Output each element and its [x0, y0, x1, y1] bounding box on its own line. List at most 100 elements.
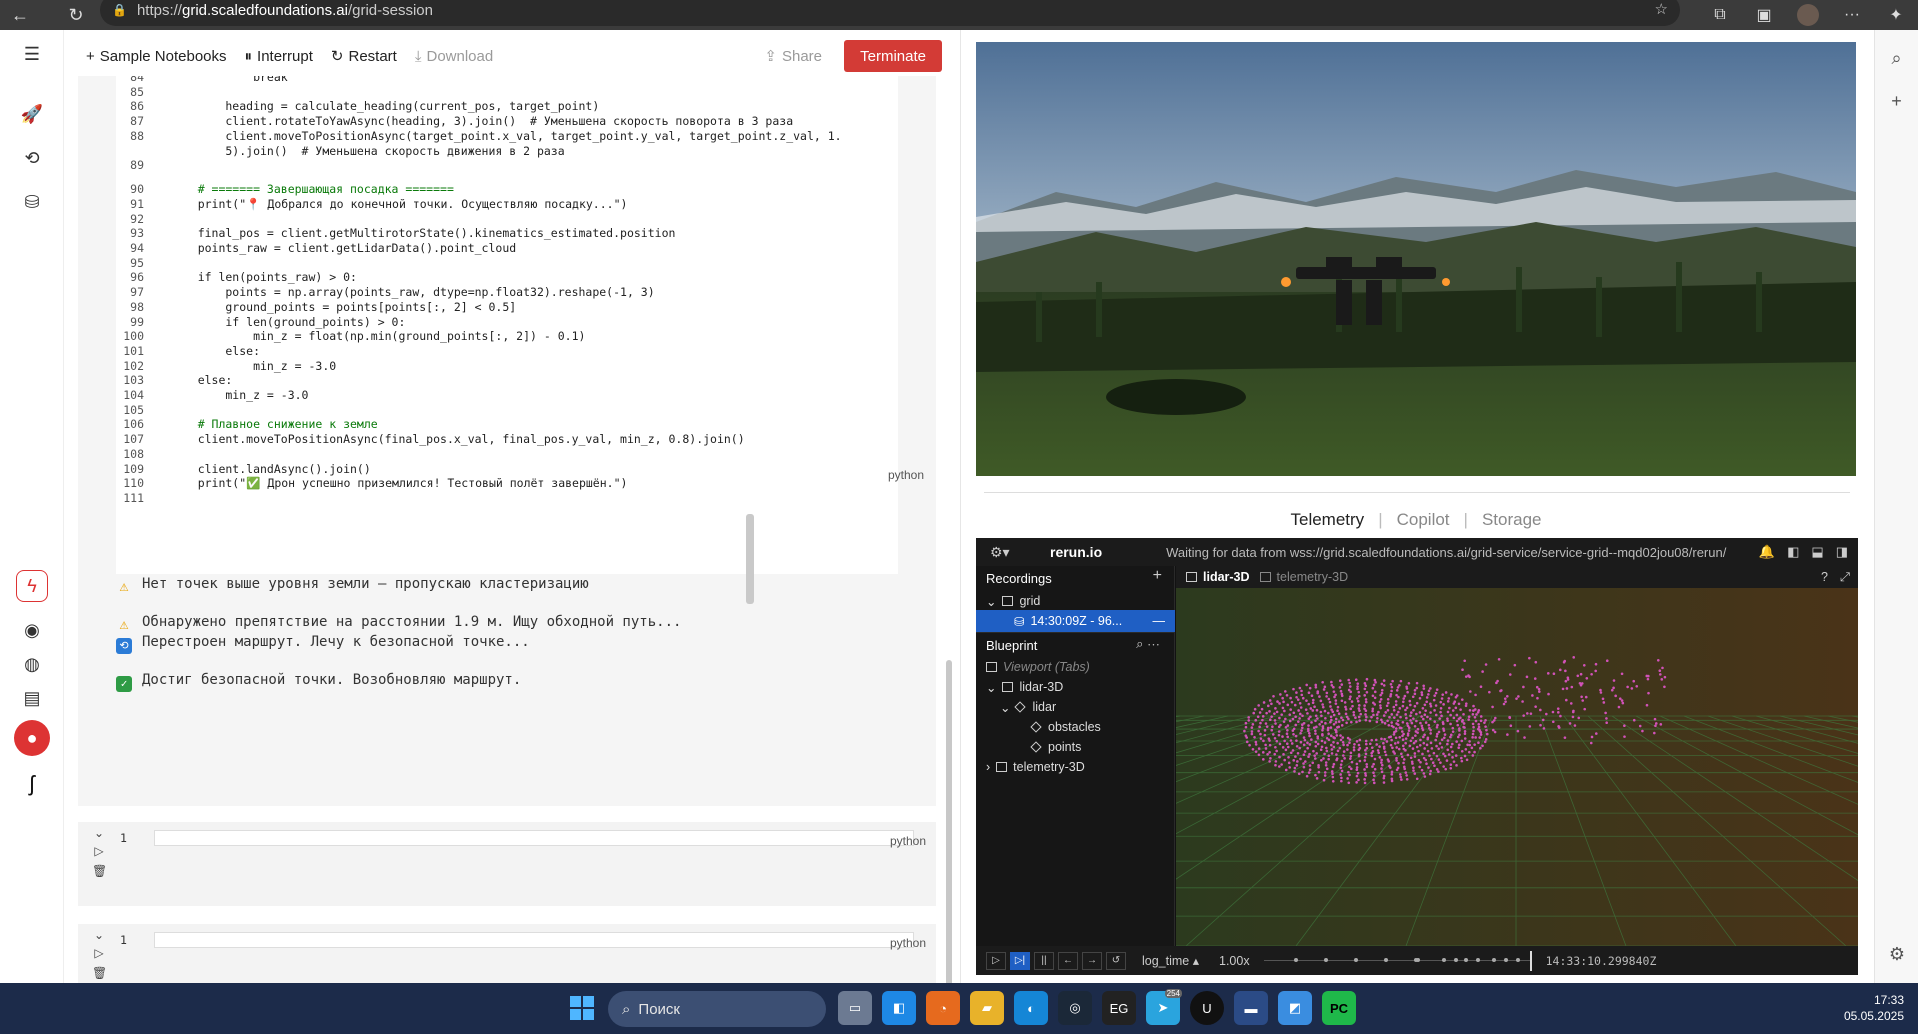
lidar-point — [1463, 737, 1467, 740]
reload-icon[interactable]: ↻ — [56, 0, 96, 30]
epic-games-icon[interactable]: EG — [1102, 991, 1136, 1025]
unreal-engine-icon[interactable]: U — [1190, 991, 1224, 1025]
bottom-panel-toggle-icon[interactable]: ⬓ — [1811, 544, 1823, 560]
lidar-point — [1594, 669, 1597, 673]
app-icon[interactable]: ◧ — [882, 991, 916, 1025]
search-icon[interactable]: ⌕ — [1875, 48, 1918, 69]
lidar-point — [1434, 738, 1438, 742]
lidar-point — [1292, 759, 1296, 762]
user-avatar-icon[interactable]: ● — [14, 720, 50, 756]
lidar-point-cloud[interactable] — [1176, 566, 1858, 946]
right-panel-toggle-icon[interactable]: ◨ — [1836, 544, 1848, 560]
tree-row-lidar-3d[interactable]: ⌄ lidar-3D — [976, 676, 1175, 698]
taskbar-search[interactable]: ⌕ Поиск — [608, 991, 826, 1027]
steam-icon[interactable]: ◎ — [1058, 991, 1092, 1025]
tab-storage[interactable]: Storage — [1482, 510, 1542, 530]
code-editor[interactable]: 84 break 85 86 heading = calculate_heading… — [116, 76, 898, 574]
tree-row-telemetry-3d[interactable]: › telemetry-3D — [976, 756, 1175, 778]
time-cursor[interactable] — [1529, 950, 1532, 971]
step-forward-icon[interactable]: → — [1082, 951, 1102, 970]
tree-row-points[interactable]: points — [976, 736, 1175, 758]
edge-sidebar: ⌕ + ⚙ — [1874, 30, 1918, 983]
windows-start-icon[interactable] — [570, 996, 594, 1020]
add-icon[interactable]: + — [1875, 91, 1918, 112]
timeline-selector[interactable]: log_time ▴ — [1142, 953, 1199, 968]
lidar-point — [1504, 700, 1507, 703]
lidar-point — [1407, 726, 1411, 730]
rocket-icon[interactable]: 🚀 — [16, 98, 48, 130]
document-icon[interactable]: ▤ — [16, 682, 48, 714]
add-recording-icon[interactable]: + — [1153, 567, 1162, 585]
lidar-point — [1363, 707, 1366, 711]
remove-recording-icon[interactable]: — — [1153, 614, 1166, 628]
telegram-icon[interactable]: ➤ 254 — [1146, 989, 1182, 1025]
left-panel-toggle-icon[interactable]: ◧ — [1787, 544, 1799, 560]
panel-divider[interactable] — [960, 30, 961, 983]
collapse-chevron-icon[interactable]: ⌄ — [92, 826, 106, 840]
collapse-chevron-icon[interactable]: ⌄ — [92, 928, 106, 942]
rerun-logo-icon[interactable]: ⚙▾ — [990, 544, 1016, 561]
copilot-icon[interactable]: ✦ — [1874, 5, 1918, 25]
time-scrubber[interactable] — [1263, 950, 1532, 971]
discord-icon[interactable]: ◍ — [16, 648, 48, 680]
tree-row-obstacles[interactable]: obstacles — [976, 716, 1175, 738]
delete-cell-icon[interactable]: 🗑 — [92, 864, 107, 878]
tree-row-lidar[interactable]: ⌄ lidar — [976, 696, 1175, 718]
more-menu-icon[interactable]: ··· — [1830, 6, 1874, 24]
terminate-button[interactable]: Terminate — [844, 40, 942, 72]
notebook-scrollbar[interactable] — [946, 660, 952, 983]
tab-copilot[interactable]: Copilot — [1397, 510, 1450, 530]
back-icon[interactable]: ← — [0, 0, 40, 30]
database-icon[interactable]: ⛁ — [16, 186, 48, 218]
edge-icon[interactable]: ◐ — [1014, 991, 1048, 1025]
loop-icon[interactable]: ↺ — [1106, 951, 1126, 970]
maximize-icon[interactable]: ⤢ — [1840, 570, 1850, 585]
lidar-point — [1484, 718, 1487, 722]
download-button[interactable]: ⤓ Download — [415, 48, 493, 65]
recording-item[interactable]: ⛁ 14:30:09Z - 96... — — [976, 610, 1175, 632]
rerun-3d-view[interactable]: lidar-3D telemetry-3D ? ⤢ — [1176, 566, 1858, 946]
interrupt-button[interactable]: ⏸ Interrupt — [245, 48, 313, 65]
viewport-row[interactable]: Viewport (Tabs) — [976, 656, 1175, 678]
collections-icon[interactable]: ▣ — [1742, 5, 1786, 25]
step-back-icon[interactable]: ← — [1058, 951, 1078, 970]
hamburger-menu-icon[interactable]: ☰ — [16, 38, 48, 70]
app-icon[interactable]: ◩ — [1278, 991, 1312, 1025]
run-cell-icon[interactable]: ▷ — [92, 844, 106, 858]
task-view-icon[interactable]: ▭ — [838, 991, 872, 1025]
recording-app-row[interactable]: ⌄ grid — [976, 590, 1175, 612]
follow-icon[interactable]: ▷| — [1010, 951, 1030, 970]
play-icon[interactable]: ▷ — [986, 951, 1006, 970]
extensions-icon[interactable]: ⧉ — [1698, 6, 1742, 24]
pycharm-icon[interactable]: PC — [1322, 991, 1356, 1025]
tab-telemetry[interactable]: Telemetry — [1291, 510, 1365, 530]
blueprint-search-icon[interactable]: ⌕ ⋯ — [1136, 636, 1160, 652]
share-button[interactable]: ⇪ Share — [764, 36, 822, 76]
tab-telemetry-3d[interactable]: telemetry-3D — [1259, 570, 1348, 584]
lidar-point — [1500, 689, 1503, 692]
github-icon[interactable]: ◉ — [16, 614, 48, 646]
sample-notebooks-button[interactable]: + Sample Notebooks — [86, 48, 227, 65]
address-bar[interactable]: 🔒 https://grid.scaledfoundations.ai/grid… — [100, 0, 1680, 26]
cell-input[interactable] — [154, 932, 914, 948]
lidar-point — [1576, 674, 1580, 678]
restart-button[interactable]: ↻ Restart — [331, 47, 397, 66]
favorite-star-icon[interactable]: ☆ — [1655, 0, 1668, 18]
delete-cell-icon[interactable]: 🗑 — [92, 966, 107, 980]
app-icon[interactable]: ▬ — [1234, 991, 1268, 1025]
lightning-icon[interactable]: ϟ — [16, 570, 48, 602]
notification-bell-icon[interactable]: 🔔 — [1759, 544, 1775, 560]
gear-icon[interactable]: ⚙ — [1875, 944, 1918, 965]
lidar-point — [1310, 738, 1313, 741]
profile-avatar[interactable] — [1797, 4, 1819, 26]
file-explorer-icon[interactable]: ▰ — [970, 991, 1004, 1025]
firefox-icon[interactable]: ◔ — [926, 991, 960, 1025]
output-scrollbar[interactable] — [746, 514, 754, 604]
history-icon[interactable]: ⟲ — [16, 142, 48, 174]
playback-speed[interactable]: 1.00x — [1219, 954, 1250, 968]
run-cell-icon[interactable]: ▷ — [92, 946, 106, 960]
tab-lidar-3d[interactable]: lidar-3D — [1186, 570, 1250, 584]
pause-icon[interactable]: || — [1034, 951, 1054, 970]
help-icon[interactable]: ? — [1821, 570, 1828, 584]
cell-input[interactable] — [154, 830, 914, 846]
